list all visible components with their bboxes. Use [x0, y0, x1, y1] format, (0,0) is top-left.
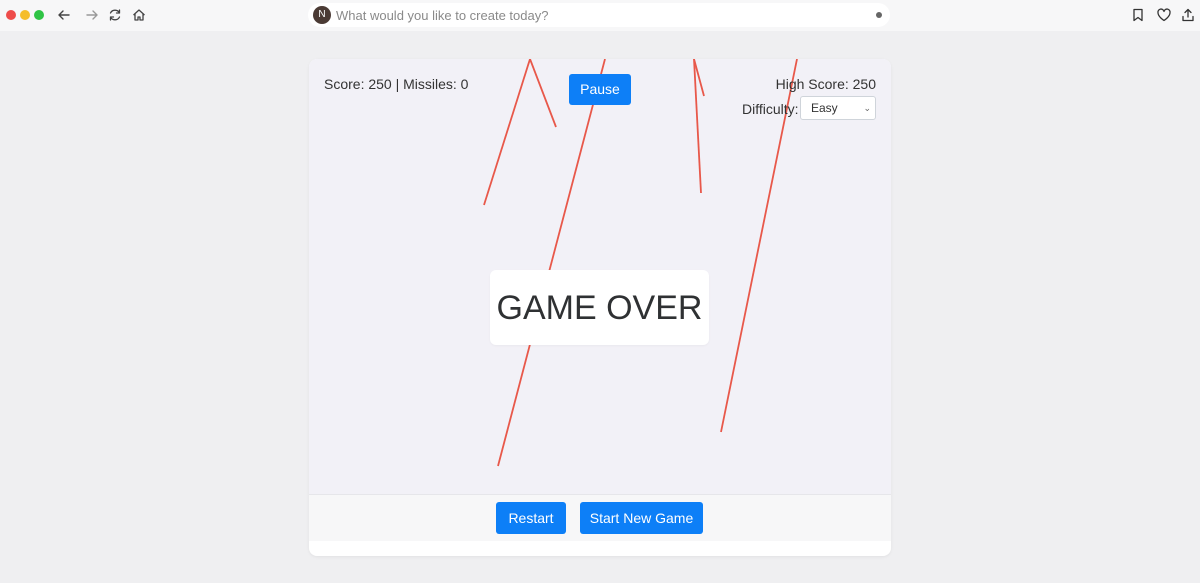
reload-icon[interactable]: [107, 7, 123, 23]
maximize-window-dot[interactable]: [34, 10, 44, 20]
avatar[interactable]: N: [313, 6, 331, 24]
pause-button[interactable]: Pause: [569, 74, 631, 105]
minimize-window-dot[interactable]: [20, 10, 30, 20]
missile-trail: [497, 59, 606, 467]
bookmark-icon[interactable]: [1130, 7, 1146, 23]
heart-icon[interactable]: [1156, 7, 1172, 23]
high-score-display: High Score: 250: [775, 76, 876, 92]
forward-arrow-icon[interactable]: [84, 7, 100, 23]
browser-toolbar: N: [0, 0, 1200, 31]
game-canvas[interactable]: Score: 250 | Missiles: 0 Pause High Scor…: [309, 59, 891, 494]
game-footer: Restart Start New Game: [309, 494, 891, 541]
restart-button[interactable]: Restart: [496, 502, 566, 534]
difficulty-select[interactable]: Easy ⌄: [800, 96, 876, 120]
start-new-game-button[interactable]: Start New Game: [580, 502, 703, 534]
game-over-banner: GAME OVER: [490, 270, 709, 345]
status-dot-icon: [876, 12, 882, 18]
chevron-down-icon: ⌄: [863, 103, 871, 113]
difficulty-selected-value: Easy: [811, 101, 838, 115]
home-icon[interactable]: [131, 7, 147, 23]
game-container: Score: 250 | Missiles: 0 Pause High Scor…: [309, 59, 891, 556]
missile-trail: [529, 59, 557, 128]
back-arrow-icon[interactable]: [56, 7, 72, 23]
share-icon[interactable]: [1180, 7, 1196, 23]
address-input[interactable]: [336, 5, 856, 25]
close-window-dot[interactable]: [6, 10, 16, 20]
score-display: Score: 250 | Missiles: 0: [324, 76, 469, 92]
difficulty-label: Difficulty:: [742, 101, 799, 117]
missile-trail: [483, 59, 531, 206]
address-bar[interactable]: N: [308, 3, 890, 27]
